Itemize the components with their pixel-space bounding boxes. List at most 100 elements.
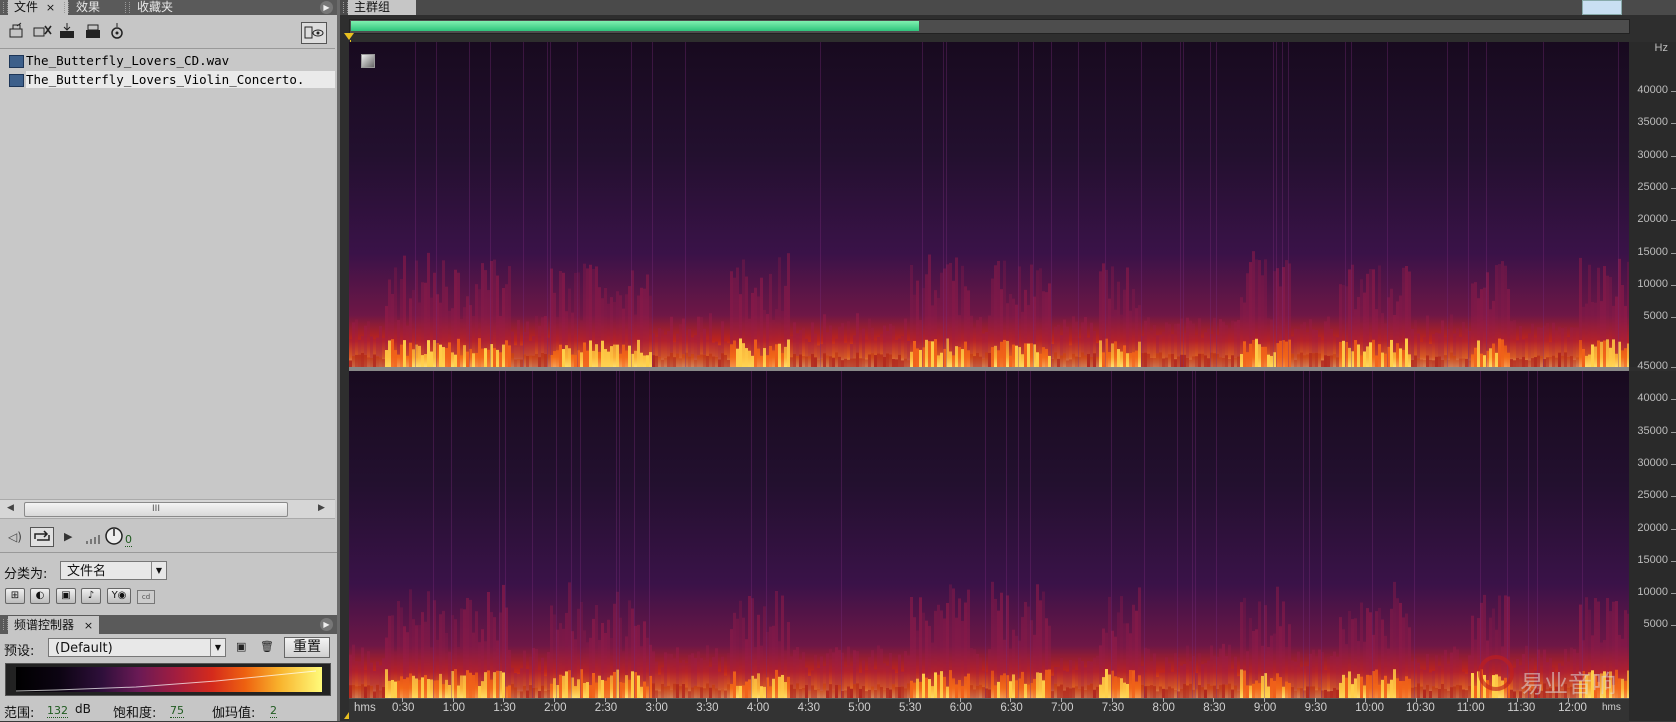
frequency-tick [1671,367,1676,368]
sort-select-value: 文件名 [67,564,107,579]
frequency-tick-label: 35000 [1637,424,1668,437]
range-value[interactable]: 132 [47,704,68,718]
tab-files[interactable]: 文件 × [8,0,68,15]
panel-grip-icon[interactable] [125,2,130,13]
tab-effects[interactable]: 效果 [70,0,106,15]
time-tick [1416,698,1417,702]
files-panel: 文件 × 效果 收藏夹 ▶ The_Butterfly_Lovers_CD.wa… [0,0,337,721]
file-name: The_Butterfly_Lovers_Violin_Concerto. [26,72,305,87]
divider [0,552,337,553]
filter-audio-button[interactable]: ⊞ [5,588,25,604]
tab-main-group[interactable]: 主群组 [348,0,416,15]
window-button[interactable] [1582,0,1622,15]
preset-select[interactable]: (Default) ▼ [48,638,226,657]
panel-grip-icon[interactable] [64,2,69,13]
save-preset-icon[interactable]: ▣ [236,640,246,653]
time-tick [1314,698,1316,702]
tab-files-label: 文件 [14,0,39,14]
time-tick-label: 3:30 [696,702,719,714]
file-list-item[interactable]: The_Butterfly_Lovers_Violin_Concerto. [9,71,335,88]
time-tick-label: 0:30 [392,702,415,714]
time-tick [452,698,454,702]
gamma-value[interactable]: 2 [270,704,277,718]
waveform-file-icon [9,74,24,87]
spectrogram-right-channel[interactable] [349,371,1629,698]
scroll-right-icon[interactable]: ▶ [318,503,325,513]
frequency-tick [1671,399,1676,401]
gradient-curve[interactable] [16,667,322,692]
overview-visible-range[interactable] [351,21,919,31]
frequency-tick-label: 5000 [1643,310,1668,323]
frequency-tick [1671,431,1676,433]
show-options-button[interactable] [301,22,327,44]
loop-button[interactable] [30,527,54,547]
tab-spectral-label: 频谱控制器 [14,618,75,632]
frequency-tick-label: 30000 [1637,148,1668,161]
tab-close-icon[interactable]: × [46,1,55,14]
filter-loop-button[interactable]: ◐ [30,588,50,604]
frequency-tick-label: 35000 [1637,116,1668,129]
range-label: 范围: [4,706,35,721]
time-tick [1010,698,1012,702]
file-list-scrollbar[interactable]: ◀ III ▶ [0,499,335,519]
scrollbar-thumb[interactable]: III [24,502,288,517]
time-tick [1263,698,1265,702]
delete-preset-icon[interactable]: 🗑 [260,640,274,653]
volume-icon[interactable]: ◁) [8,530,22,544]
time-tick-label: 5:00 [848,702,871,714]
frequency-tick [1671,317,1676,319]
scroll-left-icon[interactable]: ◀ [7,503,14,513]
filter-options-button[interactable]: Y◉ [107,588,131,604]
saturation-label: 饱和度: [113,706,157,721]
frequency-tick [1671,496,1676,498]
insert-cd-icon[interactable] [84,22,102,40]
spectrogram-right-svg [349,371,1629,698]
frequency-ruler-left: Hz 40000 35000 30000 25000 20000 15000 10000 50… [1629,42,1676,367]
tab-spectral-controller[interactable]: 频谱控制器 × [8,616,100,634]
frequency-tick-label: 25000 [1637,489,1668,502]
reset-button[interactable]: 重置 [284,637,330,658]
waveform-file-icon [9,55,24,68]
close-file-icon[interactable] [33,22,52,40]
sort-select[interactable]: 文件名 ▼ [60,561,167,580]
playhead-top-marker[interactable] [344,33,354,40]
time-tick-label: 2:30 [594,702,618,714]
chevron-down-icon: ▼ [151,562,166,579]
frequency-tick-label: 45000 [1637,360,1668,372]
saturation-value[interactable]: 75 [170,704,184,718]
frequency-tick [1671,593,1676,595]
color-gradient-frame [5,663,331,696]
panel-menu-icon[interactable]: ▶ [320,1,333,14]
volume-knob-icon[interactable] [105,527,123,548]
import-file-icon[interactable] [8,22,26,40]
time-tick [1466,698,1468,702]
file-list-item[interactable]: The_Butterfly_Lovers_CD.wav [9,52,229,69]
time-tick [756,698,758,702]
play-icon[interactable]: ▶ [64,530,72,543]
volume-value[interactable]: 0 [125,533,132,547]
time-tick-label: 11:00 [1456,702,1485,714]
time-ruler[interactable] [349,698,1629,722]
time-tick-label: 10:00 [1355,702,1385,714]
edit-file-icon[interactable] [108,22,126,40]
time-tick-label: 5:30 [899,702,922,714]
spectrogram-left-channel[interactable] [349,42,1629,367]
panel-menu-icon[interactable]: ▶ [320,618,333,631]
spectrogram-left-svg [349,42,1629,367]
frequency-tick-label: 15000 [1637,245,1668,258]
tab-favorites[interactable]: 收藏夹 [131,0,179,15]
frequency-tick [1671,528,1676,530]
filter-video-button[interactable]: ▣ [56,588,76,604]
frequency-tick-label: 30000 [1637,456,1668,469]
spectrogram-corner-toggle-icon[interactable] [361,54,375,68]
time-tick [1517,698,1519,702]
filter-midi-button[interactable]: ♪ [81,588,101,604]
filter-cd-icon[interactable]: cd [137,590,155,604]
tab-close-icon[interactable]: × [84,619,93,632]
chevron-down-icon: ▼ [210,639,225,656]
frequency-tick [1671,91,1676,92]
time-tick [858,698,860,702]
time-tick [1061,698,1063,702]
frequency-tick [1671,560,1676,562]
insert-multitrack-icon[interactable] [58,22,76,40]
